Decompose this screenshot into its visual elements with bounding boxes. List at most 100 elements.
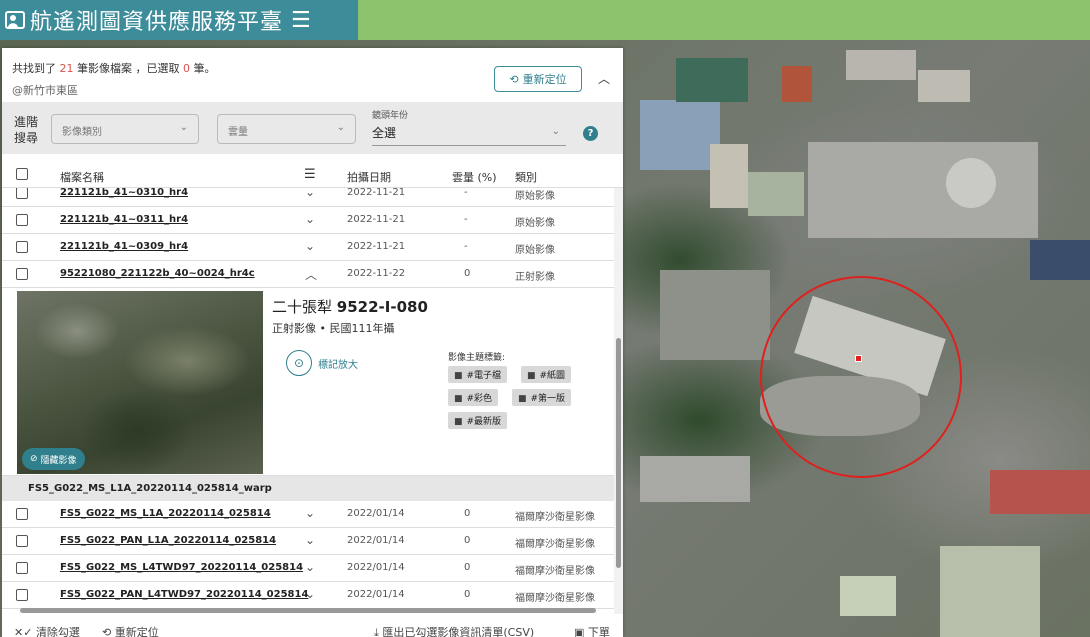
table-row[interactable]: 221121b_41~0311_hr4 ⌄ 2022-11-21 - 原始影像 [2, 207, 614, 234]
horizontal-scrollbar[interactable] [20, 608, 596, 613]
chevron-up-icon[interactable]: ︿ [305, 266, 317, 283]
relocate-button[interactable]: ⟲ 重新定位 [494, 66, 582, 92]
select-all-checkbox[interactable] [16, 168, 28, 180]
relocate-label: 重新定位 [522, 73, 567, 86]
help-icon[interactable]: ? [583, 126, 598, 141]
chevron-down-icon[interactable]: ⌄ [305, 212, 315, 226]
row-checkbox[interactable] [16, 589, 28, 601]
found-middle: 筆影像檔案 ，已選取 [77, 62, 180, 75]
image-detail: ⊘ 隱藏影像 二十張犁 9522-I-080 正射影像 • 民國111年攝 ⊙ … [2, 288, 614, 476]
hamburger-icon[interactable]: ☰ [291, 8, 311, 33]
row-checkbox[interactable] [16, 241, 28, 253]
found-prefix: 共找到了 [12, 62, 56, 75]
cloud-placeholder: 雲量 [228, 127, 248, 138]
row-checkbox[interactable] [16, 535, 28, 547]
row-file-name[interactable]: 221121b_41~0310_hr4 [60, 188, 188, 198]
tag-chip[interactable]: #電子檔 [448, 366, 508, 383]
year-select[interactable]: 鏡頭年份 全選 ⌄ [372, 108, 566, 146]
row-file-name[interactable]: 95221080_221122b_40~0024_hr4c [60, 268, 255, 279]
footer-relocate-label: 重新定位 [114, 626, 159, 637]
user-map-icon [5, 11, 25, 29]
site-title: 航遙測圖資供應服務平臺 [30, 10, 284, 35]
row-file-name[interactable]: FS5_G022_MS_L4TWD97_20220114_025814 [60, 562, 303, 573]
category-select[interactable]: 影像類別 ⌄ [51, 114, 199, 144]
map-building [1030, 240, 1090, 280]
advanced-search-label: 進階 搜尋 [14, 114, 38, 146]
clear-selection-button[interactable]: ✕✓ 清除勾選 [14, 624, 80, 637]
row-checkbox[interactable] [16, 562, 28, 574]
map-building [710, 144, 748, 208]
focus-icon: ⊙ [286, 350, 312, 376]
export-label: 匯出已勾選影像資訊清單(CSV) [382, 626, 535, 637]
panel-footer: ✕✓ 清除勾選 ⟲ 重新定位 ⤓ 匯出已勾選影像資訊清單(CSV) ▣ 下單 [2, 622, 623, 637]
table-row[interactable]: 95221080_221122b_40~0024_hr4c ︿ 2022-11-22… [2, 261, 614, 288]
map-building [946, 158, 996, 208]
table-row[interactable]: FS5_G022_PAN_L1A_20220114_025814 ⌄ 2022/01… [2, 528, 614, 555]
row-date: 2022/01/14 [347, 535, 405, 546]
list-icon[interactable]: ☰ [304, 167, 316, 182]
table-row[interactable]: 221121b_41~0309_hr4 ⌄ 2022-11-21 - 原始影像 [2, 234, 614, 261]
advanced-search: 進階 搜尋 影像類別 ⌄ 雲量 ⌄ 鏡頭年份 全選 ⌄ [2, 102, 623, 154]
eye-off-icon: ⊘ [30, 454, 38, 464]
row-type: 福爾摩沙衛星影像 [515, 512, 595, 523]
row-cloud: 0 [464, 268, 471, 279]
row-cloud: 0 [464, 562, 471, 573]
chevron-down-icon[interactable]: ⌄ [305, 506, 315, 520]
tag-chip[interactable]: #第一版 [512, 389, 572, 406]
hide-image-button[interactable]: ⊘ 隱藏影像 [22, 448, 85, 470]
row-cloud: 0 [464, 508, 471, 519]
table-row[interactable]: 221121b_41~0310_hr4 ⌄ 2022-11-21 - 原始影像 [2, 188, 614, 207]
chevron-down-icon[interactable]: ⌄ [305, 188, 315, 199]
row-cloud: 0 [464, 589, 471, 600]
table-row[interactable]: FS5_G022_MS_L1A_20220114_025814 ⌄ 2022/01/… [2, 501, 614, 528]
clear-label: 清除勾選 [35, 626, 80, 637]
row-file-name[interactable]: FS5_G022_PAN_L1A_20220114_025814 [60, 535, 276, 546]
row-file-name[interactable]: 221121b_41~0309_hr4 [60, 241, 188, 252]
chevron-down-icon[interactable]: ⌄ [305, 560, 315, 574]
order-button[interactable]: ▣ 下單 [574, 624, 610, 637]
row-date: 2022-11-21 [347, 214, 406, 225]
row-checkbox[interactable] [16, 268, 28, 280]
tag-chip[interactable]: #彩色 [448, 389, 499, 406]
tag-chip[interactable]: #最新版 [448, 412, 508, 429]
mark-zoom-button[interactable]: ⊙ 標記放大 [286, 350, 358, 376]
image-thumbnail[interactable] [17, 291, 263, 474]
group-header[interactable]: FS5_G022_MS_L1A_20220114_025814_warp [2, 476, 614, 501]
row-file-name[interactable]: 221121b_41~0311_hr4 [60, 214, 188, 225]
category-placeholder: 影像類別 [62, 127, 102, 138]
chevron-up-icon[interactable]: ︿ [598, 70, 610, 87]
found-suffix: 筆。 [193, 62, 216, 75]
tag-chip[interactable]: #紙圖 [521, 366, 572, 383]
app-header: 航遙測圖資供應服務平臺 ☰ [0, 0, 1090, 40]
detail-title-prefix: 二十張犁 [272, 298, 333, 316]
cloud-select[interactable]: 雲量 ⌄ [217, 114, 356, 144]
order-label: 下單 [587, 626, 610, 637]
chevron-down-icon[interactable]: ⌄ [305, 587, 315, 601]
relocate-icon: ⟲ [509, 72, 519, 86]
year-caption: 鏡頭年份 [372, 111, 409, 121]
vertical-scrollbar[interactable] [614, 188, 623, 614]
row-type: 福爾摩沙衛星影像 [515, 539, 595, 550]
row-type: 福爾摩沙衛星影像 [515, 593, 595, 604]
chevron-down-icon[interactable]: ⌄ [305, 239, 315, 253]
location-marker-icon[interactable] [855, 355, 862, 362]
chevron-down-icon: ⌄ [551, 126, 560, 137]
chevron-down-icon[interactable]: ⌄ [305, 533, 315, 547]
map-building [846, 50, 916, 80]
row-date: 2022-11-21 [347, 241, 406, 252]
footer-relocate-button[interactable]: ⟲ 重新定位 [102, 624, 159, 637]
row-file-name[interactable]: FS5_G022_PAN_L4TWD97_20220114_025814 [60, 589, 308, 600]
row-date: 2022/01/14 [347, 562, 405, 573]
table-row[interactable]: FS5_G022_MS_L4TWD97_20220114_025814 ⌄ 2022… [2, 555, 614, 582]
row-file-name[interactable]: FS5_G022_MS_L1A_20220114_025814 [60, 508, 271, 519]
export-csv-button[interactable]: ⤓ 匯出已勾選影像資訊清單(CSV) [374, 624, 534, 637]
row-type: 原始影像 [515, 191, 555, 202]
row-checkbox[interactable] [16, 188, 28, 199]
selected-count: 0 [183, 62, 190, 75]
table-row[interactable]: FS5_G022_PAN_L4TWD97_20220114_025814 ⌄ 202… [2, 582, 614, 609]
row-checkbox[interactable] [16, 214, 28, 226]
row-type: 原始影像 [515, 218, 555, 229]
map-building [640, 100, 720, 170]
scrollbar-thumb[interactable] [616, 338, 621, 568]
row-checkbox[interactable] [16, 508, 28, 520]
